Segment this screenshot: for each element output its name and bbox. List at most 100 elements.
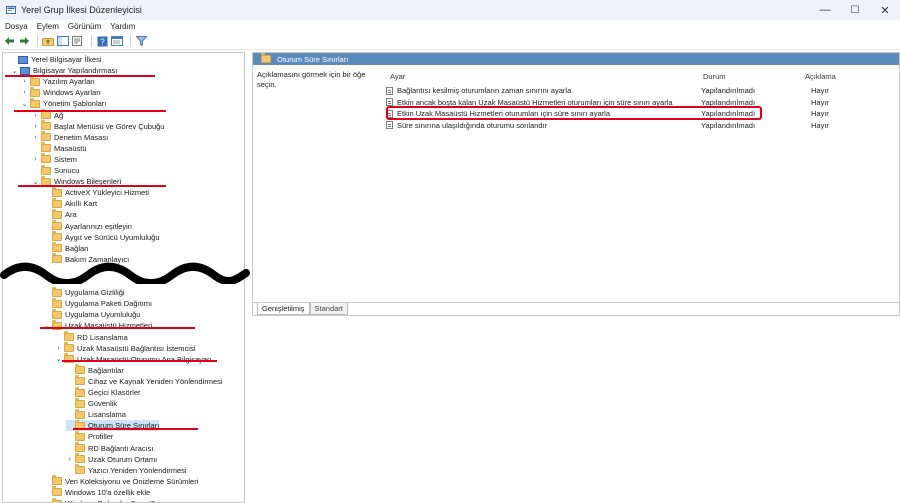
tree-item[interactable]: RD Bağlantı Aracısı	[66, 442, 153, 454]
tree-item[interactable]: › Windows Ayarları	[21, 86, 101, 98]
chevron-right-icon[interactable]: ›	[55, 345, 62, 352]
setting-comment: Hayır	[811, 108, 829, 119]
tree-item[interactable]: Veri Koleksiyonu ve Önizleme Sürümleri	[43, 475, 199, 487]
computer-icon	[20, 66, 30, 75]
tab-extended[interactable]: Genişletilmiş	[257, 303, 310, 315]
tree-item[interactable]: › Uzak Oturum Ortamı	[66, 453, 157, 465]
export-icon[interactable]	[72, 35, 84, 47]
tree-item[interactable]: Windows 10'a özellik ekle	[43, 486, 150, 498]
tree-item[interactable]: › Uzak Masaüstü Bağlantısı İstemcisi	[55, 342, 195, 354]
tree-item-label: Bağlan	[65, 243, 89, 253]
setting-row[interactable]: Süre sınırına ulaşıldığında oturumu sonl…	[386, 120, 547, 131]
tree-item[interactable]: Bağlan	[43, 242, 89, 254]
setting-comment: Hayır	[811, 85, 829, 96]
folder-up-icon[interactable]	[42, 35, 54, 47]
tree-item-label: Uygulama Gizliliği	[65, 288, 125, 298]
tree-item[interactable]: Sunucu	[32, 164, 79, 176]
tree-item[interactable]: › Yazılım Ayarları	[21, 75, 95, 87]
folder-icon	[75, 397, 85, 408]
tree-item[interactable]: Masaüstü	[32, 142, 87, 154]
chevron-right-icon[interactable]: ›	[21, 89, 28, 96]
annotation-underline	[5, 75, 155, 77]
tree-item-label: Veri Koleksiyonu ve Önizleme Sürümleri	[65, 476, 199, 486]
tree-item-label: Geçici Klasörler	[88, 388, 141, 397]
tree-item[interactable]: › Denetim Masası	[32, 131, 108, 143]
setting-comment: Hayır	[811, 97, 829, 108]
folder-icon	[41, 109, 51, 119]
minimize-button[interactable]: —	[810, 0, 840, 20]
tree-item-label: ActiveX Yükleyici Hizmeti	[65, 188, 150, 198]
tree-item[interactable]: ›Windows Defender SmartScreen	[43, 497, 174, 502]
folder-icon	[41, 153, 51, 164]
tree-item[interactable]: Uygulama Gizliliği	[43, 286, 125, 298]
column-header-setting[interactable]: Ayar	[390, 70, 405, 82]
tree-item[interactable]: › Başlat Menüsü ve Görev Çubuğu	[32, 120, 164, 132]
folder-icon	[52, 486, 62, 497]
tree-item[interactable]: ⌄Uzak Masaüstü Hizmetleri	[43, 319, 152, 331]
show-hide-tree-icon[interactable]	[57, 35, 69, 47]
tree-item[interactable]: › Sistem	[32, 153, 77, 165]
tree-item[interactable]: Yazıcı Yeniden Yönlendirmesi	[66, 464, 187, 476]
back-arrow-icon[interactable]	[3, 35, 15, 47]
menu-yardim[interactable]: Yardım	[110, 22, 135, 31]
tree-item[interactable]: Lisanslama	[66, 408, 126, 420]
tree-item[interactable]: Ara	[43, 208, 77, 220]
folder-icon	[30, 97, 40, 108]
tree-item-label: Lisanslama	[88, 410, 126, 420]
chevron-right-icon[interactable]: ›	[21, 78, 28, 85]
folder-icon	[52, 186, 62, 197]
tree-item[interactable]: Cihaz ve Kaynak Yeniden Yönlendirmesi	[66, 375, 223, 387]
maximize-button[interactable]: ☐	[840, 0, 870, 20]
folder-icon	[41, 142, 51, 153]
column-header-state[interactable]: Durum	[703, 70, 726, 82]
svg-text:?: ?	[100, 37, 105, 46]
setting-row[interactable]: Bağlantısı kesilmiş oturumların zaman sı…	[386, 85, 571, 96]
tree-item[interactable]: ActiveX Yükleyici Hizmeti	[43, 186, 150, 198]
setting-comment-text: Hayır	[811, 120, 829, 130]
chevron-right-icon[interactable]: ›	[32, 156, 39, 163]
redaction-scribble	[0, 262, 250, 284]
chevron-right-icon[interactable]: ›	[32, 112, 39, 119]
toolbar: ?	[0, 33, 900, 50]
folder-icon	[52, 497, 62, 502]
folder-icon	[52, 297, 62, 308]
menu-dosya[interactable]: Dosya	[5, 22, 28, 31]
annotation-highlight-box	[386, 106, 762, 120]
close-button[interactable]: ✕	[870, 0, 900, 20]
annotation-underline	[62, 360, 217, 362]
window-title: Yerel Grup İlkesi Düzenleyicisi	[21, 5, 142, 15]
chevron-down-icon[interactable]: ⌄	[21, 100, 28, 108]
tree-item-label: Bilgisayar Yapılandırması	[33, 66, 118, 76]
forward-arrow-icon[interactable]	[18, 35, 30, 47]
tab-standard[interactable]: Standart	[309, 303, 348, 315]
folder-icon	[41, 131, 51, 142]
folder-icon	[75, 464, 85, 475]
annotation-underline	[40, 327, 195, 329]
column-header-comment[interactable]: Açıklama	[805, 70, 836, 82]
chevron-down-icon[interactable]: ⌄	[55, 355, 62, 363]
setting-comment-text: Hayır	[811, 97, 829, 107]
folder-icon	[41, 164, 51, 175]
tree-item[interactable]: RD Lisanslama	[55, 331, 128, 343]
tree-item[interactable]: Ayarlarınızı eşitleyin	[43, 220, 132, 232]
tree-item[interactable]: Bağlantılar	[66, 364, 124, 376]
menu-eylem[interactable]: Eylem	[37, 22, 59, 31]
tree-item[interactable]: ⌄ Yönetim Şablonları	[21, 97, 106, 109]
chevron-down-icon[interactable]: ⌄	[11, 67, 18, 75]
tree-item[interactable]: Akıllı Kart	[43, 197, 97, 209]
chevron-right-icon[interactable]: ›	[32, 123, 39, 130]
tree-item[interactable]: Güvenlik	[66, 397, 117, 409]
tree-item-label: Aygıt ve Sürücü Uyumluluğu	[65, 232, 160, 242]
tree-item[interactable]: Uygulama Paketi Dağıtımı	[43, 297, 152, 309]
menu-gorunum[interactable]: Görünüm	[68, 22, 101, 31]
help-icon[interactable]: ?	[96, 35, 108, 47]
tree-item[interactable]: Uygulama Uyumluluğu	[43, 308, 140, 320]
tree-item[interactable]: Yerel Bilgisayar İlkesi	[9, 54, 102, 65]
properties-icon[interactable]	[111, 35, 123, 47]
chevron-right-icon[interactable]: ›	[32, 134, 39, 141]
tree-item[interactable]: Geçici Klasörler	[66, 386, 141, 398]
chevron-right-icon[interactable]: ›	[66, 456, 73, 463]
filter-icon[interactable]	[135, 35, 147, 47]
tree-item[interactable]: Aygıt ve Sürücü Uyumluluğu	[43, 231, 160, 243]
tree-item[interactable]: Profiller	[66, 430, 113, 442]
